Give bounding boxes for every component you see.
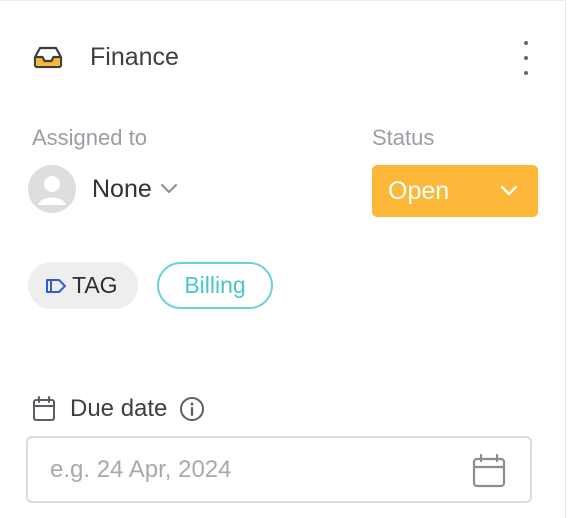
page-title: Finance — [90, 42, 179, 71]
conversation-details-panel: Finance Assigned to None Status Open TAG… — [0, 0, 566, 518]
assignee-value: None — [92, 174, 152, 203]
status-dropdown[interactable]: Open — [372, 165, 538, 217]
tag-button-label: TAG — [72, 272, 118, 298]
due-date-header: Due date — [32, 393, 205, 425]
calendar-icon — [33, 396, 55, 421]
chevron-down-icon — [500, 185, 518, 196]
assignee-dropdown[interactable]: None — [28, 165, 178, 213]
assigned-to-label: Assigned to — [32, 125, 147, 150]
info-icon[interactable] — [179, 396, 205, 422]
status-label: Status — [372, 125, 435, 150]
status-value: Open — [388, 176, 450, 205]
more-options-button[interactable] — [512, 41, 540, 75]
user-avatar-icon — [28, 165, 76, 213]
due-date-field — [26, 436, 532, 503]
due-date-label: Due date — [70, 395, 168, 422]
add-tag-button[interactable]: TAG — [28, 262, 138, 309]
tag-icon — [46, 278, 66, 293]
tag-chip-billing[interactable]: Billing — [157, 262, 273, 309]
due-date-input[interactable] — [50, 438, 470, 501]
inbox-icon — [33, 46, 63, 69]
calendar-icon[interactable] — [471, 453, 507, 489]
more-vertical-icon — [524, 41, 528, 45]
panel-header: Finance — [32, 39, 179, 75]
chevron-down-icon — [160, 184, 177, 193]
